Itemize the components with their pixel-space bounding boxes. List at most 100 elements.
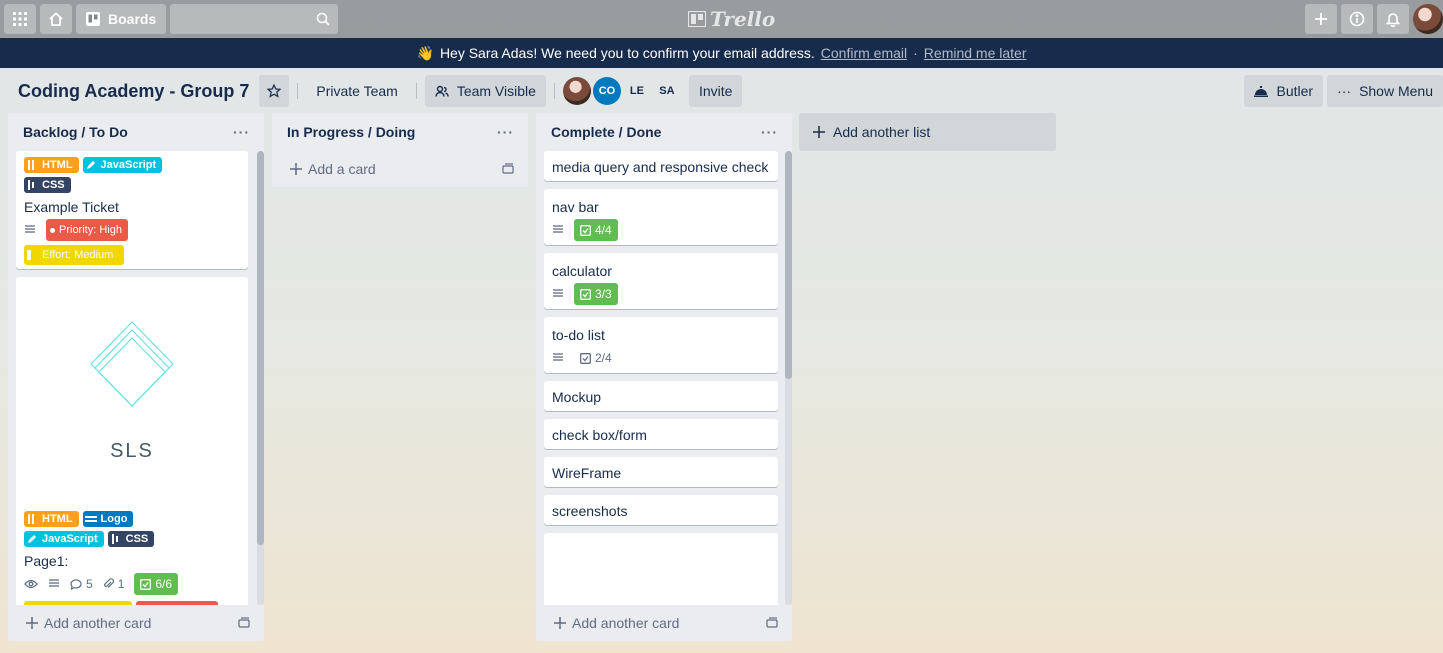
description-icon [553, 289, 563, 297]
card-badges: 2/4 [552, 347, 770, 369]
list-complete: Complete / Done ··· media query and resp… [536, 113, 792, 641]
label-html[interactable]: HTML [24, 157, 79, 173]
notifications-button[interactable] [1377, 4, 1409, 34]
card-calculator[interactable]: calculator 3/3 [544, 253, 778, 309]
checkbox-icon [580, 224, 591, 236]
label-effort-medium[interactable]: Effort: Medium [24, 245, 124, 265]
list-menu-button[interactable]: ··· [233, 124, 250, 140]
card-check-box-form[interactable]: check box/form [544, 419, 778, 449]
header-divider [415, 83, 417, 99]
card-page1[interactable]: SLS HTML Logo JavaScript CSS Page1: 5 1 … [16, 277, 248, 605]
card-template-icon[interactable] [766, 617, 778, 629]
list-scrollbar-thumb[interactable] [785, 151, 792, 379]
add-card-button[interactable]: Add a card [290, 161, 376, 177]
top-right-actions [1305, 4, 1443, 34]
list-title: In Progress / Doing [287, 124, 416, 140]
search-icon [316, 12, 330, 26]
description-icon [553, 353, 563, 361]
apps-grid-button[interactable] [4, 4, 36, 34]
label-logo[interactable]: Logo [82, 511, 134, 527]
remind-later-link[interactable]: Remind me later [924, 45, 1027, 61]
checkbox-icon [580, 288, 591, 300]
label-javascript[interactable]: JavaScript [24, 531, 104, 547]
banner-message: Hey Sara Adas! We need you to confirm yo… [439, 45, 815, 61]
card-example-ticket[interactable]: HTML JavaScript CSS Example Ticket Prior… [16, 151, 248, 269]
member-avatar[interactable]: CO [592, 77, 621, 105]
list-scrollbar-thumb[interactable] [257, 151, 264, 545]
list-scrollbar[interactable] [257, 151, 264, 605]
search-input[interactable] [170, 4, 339, 34]
checklist-badge: 2/4 [580, 351, 612, 365]
list-scrollbar[interactable] [785, 151, 792, 605]
list-backlog: Backlog / To Do ··· HTML JavaScript CSS … [8, 113, 264, 641]
add-list-button[interactable]: Add another list [799, 113, 1056, 151]
card-custom-fields: Effort: Medium [24, 245, 240, 265]
member-avatar[interactable]: SA [653, 77, 681, 105]
list-menu-button[interactable]: ··· [761, 124, 778, 140]
card-cover-partial[interactable] [544, 533, 778, 605]
list-footer: Add another card [8, 605, 264, 641]
show-menu-label: Show Menu [1359, 83, 1433, 99]
label-css[interactable]: CSS [107, 531, 155, 547]
card-title: check box/form [552, 427, 647, 443]
label-css[interactable]: CSS [24, 177, 71, 193]
list-header[interactable]: Complete / Done ··· [536, 113, 792, 151]
visibility-button[interactable]: Team Visible [424, 75, 546, 107]
card-nav-bar[interactable]: nav bar 4/4 [544, 189, 778, 245]
create-button[interactable] [1305, 4, 1337, 34]
plus-icon [1315, 13, 1327, 25]
list-header[interactable]: In Progress / Doing ··· [272, 113, 528, 151]
wave-icon: 👋 [416, 44, 434, 61]
description-icon [25, 225, 35, 233]
list-menu-button[interactable]: ··· [497, 124, 514, 140]
pencil-icon [28, 535, 36, 543]
html-icon [28, 514, 34, 524]
card-wireframe[interactable]: WireFrame [544, 457, 778, 487]
star-button[interactable] [259, 75, 290, 107]
home-icon [49, 12, 63, 26]
custom-field-red[interactable] [136, 601, 218, 605]
card-labels: HTML JavaScript CSS [24, 157, 184, 193]
user-avatar[interactable] [1413, 4, 1443, 34]
boards-icon [86, 12, 100, 26]
add-card-button[interactable]: Add another card [26, 615, 151, 631]
show-menu-button[interactable]: ··· Show Menu [1327, 75, 1443, 107]
card-screenshots[interactable]: screenshots [544, 495, 778, 525]
checklist-badge: 6/6 [134, 573, 179, 595]
member-avatar[interactable] [562, 77, 591, 105]
pencil-icon [86, 161, 95, 169]
invite-button[interactable]: Invite [688, 75, 743, 107]
add-card-button[interactable]: Add another card [554, 615, 679, 631]
effort-icon [27, 250, 31, 260]
description-icon [49, 579, 59, 587]
list-header[interactable]: Backlog / To Do ··· [8, 113, 264, 151]
card-mockup[interactable]: Mockup [544, 381, 778, 411]
card-title: calculator [552, 263, 612, 279]
boards-button[interactable]: Boards [76, 4, 167, 34]
card-to-do-list[interactable]: to-do list 2/4 [544, 317, 778, 373]
list-cards: media query and responsive check nav bar… [536, 151, 792, 605]
banner-separator: · [913, 45, 918, 61]
card-template-icon[interactable] [238, 617, 250, 629]
card-media-query[interactable]: media query and responsive check [544, 151, 778, 181]
info-button[interactable] [1341, 4, 1373, 34]
plus-icon [554, 617, 566, 629]
list-footer: Add a card [272, 151, 528, 187]
team-visible-icon [435, 85, 449, 97]
card-title: Page1: [24, 553, 69, 569]
card-badges: 5 1 6/6 [24, 573, 240, 595]
card-template-icon[interactable] [502, 163, 514, 175]
label-javascript[interactable]: JavaScript [82, 157, 163, 173]
confirm-email-link[interactable]: Confirm email [821, 45, 907, 61]
team-button[interactable]: Private Team [306, 75, 407, 107]
label-priority-high[interactable]: Priority: High [46, 219, 128, 241]
board-title[interactable]: Coding Academy - Group 7 [8, 81, 259, 102]
trello-logo[interactable]: Trello [688, 7, 775, 31]
label-html[interactable]: HTML [24, 511, 79, 527]
custom-field-yellow[interactable] [24, 601, 132, 605]
card-title: Mockup [552, 389, 602, 405]
apps-grid-icon [13, 12, 27, 26]
home-button[interactable] [40, 4, 72, 34]
butler-button[interactable]: Butler [1244, 75, 1324, 107]
member-avatar[interactable]: LE [623, 77, 651, 105]
